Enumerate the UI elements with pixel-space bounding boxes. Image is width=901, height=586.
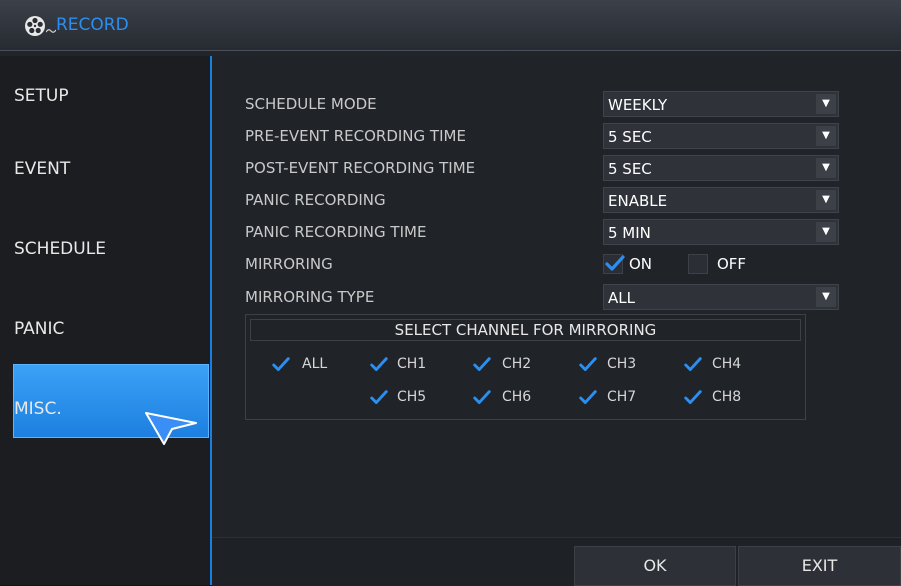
mirroring-type-row: MIRRORING TYPE ALL ▼ [245,284,839,310]
mirroring-type-label: MIRRORING TYPE [245,288,375,306]
pre-event-label: PRE-EVENT RECORDING TIME [245,127,466,145]
channel-ch1-checkbox[interactable] [369,355,389,375]
window-title: RECORD [56,15,129,35]
schedule-mode-label: SCHEDULE MODE [245,95,377,113]
sidebar-item-setup[interactable]: SETUP [0,56,210,129]
mirroring-on-label: ON [629,255,653,273]
mouse-cursor-icon [145,412,197,445]
footer-bar: OK EXIT [212,537,901,586]
channel-all-label: ALL [302,356,328,372]
sidebar-item-label: SETUP [14,86,69,106]
channel-ch4-checkbox[interactable] [683,355,703,375]
channel-select-box: SELECT CHANNEL FOR MIRRORING ALL CH1 CH2… [245,314,806,420]
panic-time-value: 5 MIN [608,224,651,242]
channel-ch6-label: CH6 [502,389,532,405]
pre-event-dropdown[interactable]: 5 SEC ▼ [603,123,839,149]
mirroring-off-label: OFF [717,255,747,273]
chevron-down-icon[interactable]: ▼ [816,287,836,307]
sidebar-item-label: SCHEDULE [14,239,106,259]
channel-ch1-label: CH1 [397,356,427,372]
chevron-down-icon[interactable]: ▼ [816,190,836,210]
film-reel-icon [25,16,45,36]
channel-all-checkbox[interactable] [271,355,291,375]
post-event-value: 5 SEC [608,160,652,178]
chevron-down-icon[interactable]: ▼ [816,222,836,242]
channel-ch7-checkbox[interactable] [578,388,598,408]
channel-ch2-label: CH2 [502,356,532,372]
chevron-down-icon[interactable]: ▼ [816,158,836,178]
sidebar-item-label: MISC. [14,399,62,419]
sidebar-item-panic[interactable]: PANIC [0,289,210,362]
schedule-mode-value: WEEKLY [608,96,668,114]
post-event-dropdown[interactable]: 5 SEC ▼ [603,155,839,181]
title-bar: RECORD [0,0,901,51]
sidebar: SETUP EVENT SCHEDULE PANIC MISC. [0,56,212,585]
sidebar-item-label: EVENT [14,159,71,179]
schedule-mode-row: SCHEDULE MODE WEEKLY ▼ [245,91,839,117]
panic-time-dropdown[interactable]: 5 MIN ▼ [603,219,839,245]
exit-button[interactable]: EXIT [738,546,901,586]
ok-button[interactable]: OK [574,546,736,586]
panic-time-label: PANIC RECORDING TIME [245,223,427,241]
channel-ch5-checkbox[interactable] [369,388,389,408]
panic-recording-label: PANIC RECORDING [245,191,386,209]
channel-ch5-label: CH5 [397,389,427,405]
channel-ch8-label: CH8 [712,389,742,405]
chevron-down-icon[interactable]: ▼ [816,94,836,114]
mirroring-row: MIRRORING ON OFF [245,251,815,277]
mirroring-type-dropdown[interactable]: ALL ▼ [603,284,839,310]
channel-ch7-label: CH7 [607,389,637,405]
checkmark-icon [605,255,625,271]
panic-time-row: PANIC RECORDING TIME 5 MIN ▼ [245,219,839,245]
channel-ch4-label: CH4 [712,356,742,372]
post-event-row: POST-EVENT RECORDING TIME 5 SEC ▼ [245,155,839,181]
channel-ch3-label: CH3 [607,356,637,372]
record-window: RECORD SETUP EVENT SCHEDULE PANIC MISC. … [0,0,901,586]
channel-ch8-checkbox[interactable] [683,388,703,408]
sidebar-item-label: PANIC [14,319,65,339]
pre-event-row: PRE-EVENT RECORDING TIME 5 SEC ▼ [245,123,839,149]
panic-recording-dropdown[interactable]: ENABLE ▼ [603,187,839,213]
channel-ch6-checkbox[interactable] [472,388,492,408]
panic-recording-row: PANIC RECORDING ENABLE ▼ [245,187,839,213]
settings-panel: SCHEDULE MODE WEEKLY ▼ PRE-EVENT RECORDI… [212,56,901,586]
tilde-icon [46,29,56,33]
sidebar-item-schedule[interactable]: SCHEDULE [0,209,210,282]
mirroring-label: MIRRORING [245,255,333,273]
channel-ch2-checkbox[interactable] [472,355,492,375]
schedule-mode-dropdown[interactable]: WEEKLY ▼ [603,91,839,117]
sidebar-item-event[interactable]: EVENT [0,129,210,202]
panic-recording-value: ENABLE [608,192,668,210]
pre-event-value: 5 SEC [608,128,652,146]
mirroring-on-checkbox[interactable] [603,254,625,274]
mirroring-off-checkbox[interactable] [688,254,708,274]
chevron-down-icon[interactable]: ▼ [816,126,836,146]
channel-ch3-checkbox[interactable] [578,355,598,375]
mirroring-type-value: ALL [608,289,635,307]
post-event-label: POST-EVENT RECORDING TIME [245,159,476,177]
channel-select-header: SELECT CHANNEL FOR MIRRORING [250,319,801,341]
sidebar-item-misc[interactable]: MISC. [13,364,209,445]
